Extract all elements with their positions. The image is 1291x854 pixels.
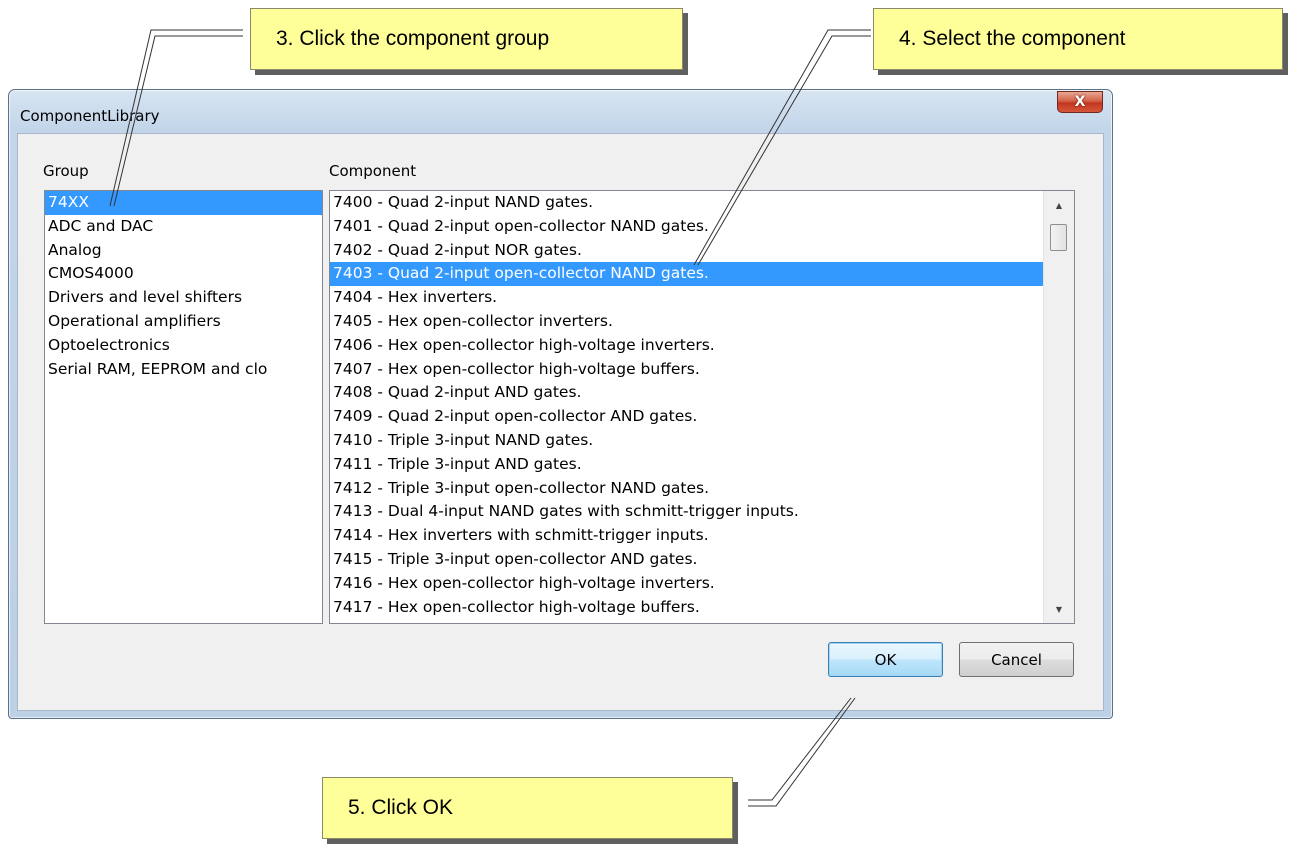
component-list-item[interactable]: 7406 - Hex open-collector high-voltage i… <box>330 334 1043 358</box>
close-icon: X <box>1074 94 1086 110</box>
component-list-item[interactable]: 7410 - Triple 3-input NAND gates. <box>330 429 1043 453</box>
scroll-thumb[interactable] <box>1050 224 1067 251</box>
callout-step5: 5. Click OK <box>322 777 733 839</box>
window-title: ComponentLibrary <box>20 107 160 125</box>
scroll-up-icon[interactable]: ▲ <box>1044 193 1074 217</box>
scroll-down-icon[interactable]: ▼ <box>1044 597 1074 621</box>
ok-button[interactable]: OK <box>828 642 943 677</box>
group-list-item[interactable]: Drivers and level shifters <box>45 286 322 310</box>
group-list-item[interactable]: Optoelectronics <box>45 334 322 358</box>
component-list-item[interactable]: 7400 - Quad 2-input NAND gates. <box>330 191 1043 215</box>
group-listbox[interactable]: 74XX ADC and DAC Analog CMOS4000 Drivers and… <box>44 190 323 624</box>
component-list-item[interactable]: 7404 - Hex inverters. <box>330 286 1043 310</box>
close-button[interactable]: X <box>1057 91 1103 113</box>
group-list-item[interactable]: Serial RAM, EEPROM and clo <box>45 358 322 382</box>
vertical-scrollbar[interactable]: ▲ ▼ <box>1043 191 1074 623</box>
callout-step4: 4. Select the component <box>873 8 1283 70</box>
dialog-client-area: Group Component 74XX ADC and DAC Analog CMO… <box>17 133 1104 711</box>
component-list-item[interactable]: 7401 - Quad 2-input open-collector NAND … <box>330 215 1043 239</box>
component-list-item[interactable]: 7407 - Hex open-collector high-voltage b… <box>330 358 1043 382</box>
component-list-item[interactable]: 7408 - Quad 2-input AND gates. <box>330 381 1043 405</box>
group-list-item[interactable]: ADC and DAC <box>45 215 322 239</box>
component-list-item[interactable]: 7409 - Quad 2-input open-collector AND g… <box>330 405 1043 429</box>
component-library-dialog: ComponentLibrary X Group Component 74XX A… <box>8 89 1113 719</box>
component-list-item[interactable]: 7416 - Hex open-collector high-voltage i… <box>330 572 1043 596</box>
component-list-item[interactable]: 7417 - Hex open-collector high-voltage b… <box>330 596 1043 620</box>
component-list-item[interactable]: 7412 - Triple 3-input open-collector NAN… <box>330 477 1043 501</box>
group-label: Group <box>43 162 89 180</box>
component-list-item[interactable]: 7411 - Triple 3-input AND gates. <box>330 453 1043 477</box>
group-list-item[interactable]: CMOS4000 <box>45 262 322 286</box>
callout-step3: 3. Click the component group <box>250 8 683 70</box>
cancel-button[interactable]: Cancel <box>959 642 1074 677</box>
component-list-item[interactable]: 7413 - Dual 4-input NAND gates with schm… <box>330 500 1043 524</box>
component-list-item[interactable]: 7402 - Quad 2-input NOR gates. <box>330 239 1043 263</box>
component-list-item[interactable]: 7403 - Quad 2-input open-collector NAND … <box>330 262 1043 287</box>
component-list-item[interactable]: 7415 - Triple 3-input open-collector AND… <box>330 548 1043 572</box>
group-list-item[interactable]: Operational amplifiers <box>45 310 322 334</box>
group-list-item[interactable]: 74XX <box>45 191 322 215</box>
component-label: Component <box>329 162 417 180</box>
component-list-item[interactable]: 7414 - Hex inverters with schmitt-trigge… <box>330 524 1043 548</box>
group-list-item[interactable]: Analog <box>45 239 322 263</box>
component-items: 7400 - Quad 2-input NAND gates. 7401 - Qu… <box>330 191 1074 619</box>
component-listbox[interactable]: 7400 - Quad 2-input NAND gates. 7401 - Qu… <box>329 190 1075 624</box>
component-list-item[interactable]: 7405 - Hex open-collector inverters. <box>330 310 1043 334</box>
